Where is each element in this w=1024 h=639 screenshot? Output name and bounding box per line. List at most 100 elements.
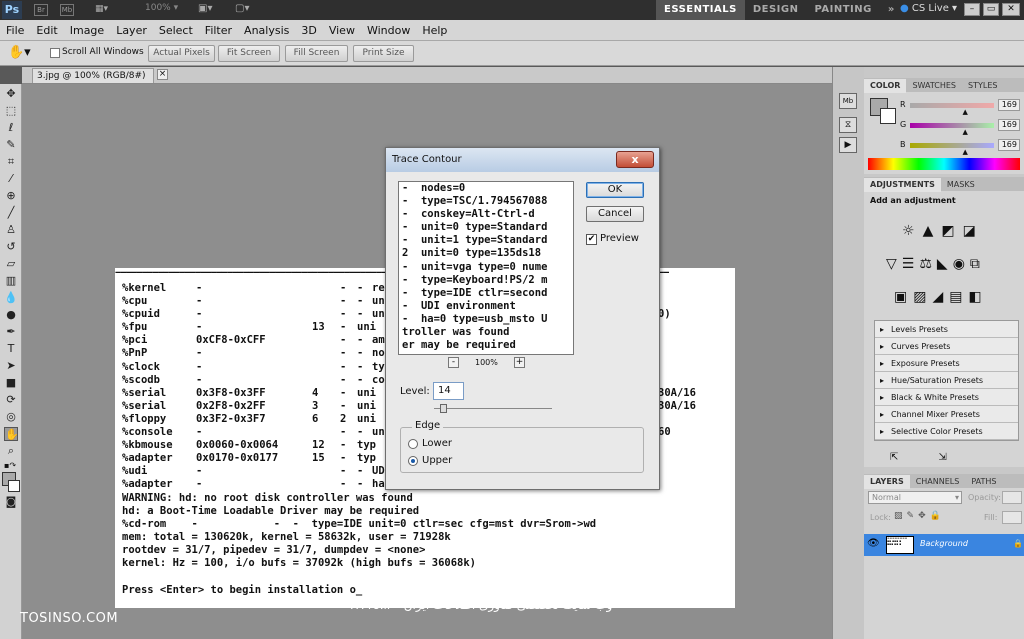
lasso-tool-icon[interactable]: ℓ — [4, 121, 18, 135]
preset-item[interactable]: Selective Color Presets — [875, 423, 1018, 440]
tab-swatches[interactable]: SWATCHES — [906, 79, 962, 93]
return-to-list-icon[interactable]: ⇱ — [890, 452, 938, 463]
minimize-button[interactable]: – — [964, 3, 980, 16]
channel-mixer-icon[interactable]: ⧉ — [970, 256, 985, 272]
threshold-icon[interactable]: ◢ — [932, 289, 949, 305]
cs-live-menu[interactable]: ● CS Live ▾ — [900, 3, 957, 14]
cancel-button[interactable]: Cancel — [586, 206, 644, 222]
document-tab[interactable]: 3.jpg @ 100% (RGB/8#) × — [32, 68, 168, 83]
blend-mode-select[interactable]: Normal ▾ — [868, 491, 962, 504]
preset-item[interactable]: Channel Mixer Presets — [875, 406, 1018, 423]
close-window-button[interactable]: ✕ — [1002, 3, 1020, 16]
fit-screen-button[interactable]: Fit Screen — [218, 45, 280, 62]
swap-colors-icon[interactable]: ▪↷ — [4, 461, 21, 470]
history-panel-icon[interactable]: ⧖ — [839, 117, 857, 133]
opacity-field[interactable] — [1002, 491, 1022, 504]
lock-all-icon[interactable]: 🔒 — [930, 511, 945, 521]
history-brush-tool-icon[interactable]: ↺ — [4, 240, 18, 254]
menu-select[interactable]: Select — [153, 20, 199, 41]
zoom-out-button[interactable]: - — [448, 357, 459, 368]
upper-radio[interactable] — [408, 456, 418, 466]
menu-3d[interactable]: 3D — [295, 20, 322, 41]
mini-bridge-icon[interactable]: Mb — [60, 4, 74, 16]
menu-image[interactable]: Image — [64, 20, 110, 41]
preset-item[interactable]: Black & White Presets — [875, 389, 1018, 406]
color-balance-icon[interactable]: ⚖ — [919, 256, 937, 272]
lock-position-icon[interactable]: ✥ — [918, 511, 930, 521]
tab-masks[interactable]: MASKS — [941, 178, 981, 192]
move-tool-icon[interactable]: ✥ — [4, 87, 18, 101]
lock-transparency-icon[interactable]: ▧ — [894, 511, 907, 521]
bridge-icon[interactable]: Br — [34, 4, 48, 16]
layer-row[interactable]: 👁 ≡≡≡≡≡≡≡≡ ▪▪ ▪▪▪ ▪ ▪▪▪ ▪▪ ▪ Background 🔒 — [864, 534, 1024, 556]
levels-icon[interactable]: ▲ — [923, 223, 942, 239]
dodge-tool-icon[interactable]: ● — [4, 308, 18, 322]
workspace-essentials[interactable]: ESSENTIALS — [656, 0, 745, 20]
channel-slider[interactable] — [910, 103, 994, 108]
zoom-tool-icon[interactable]: ⌕ — [4, 444, 18, 458]
actual-pixels-button[interactable]: Actual Pixels — [148, 45, 215, 62]
actions-panel-icon[interactable]: ▶ — [839, 137, 857, 153]
dialog-close-button[interactable]: x — [616, 151, 654, 168]
menu-edit[interactable]: Edit — [30, 20, 63, 41]
maximize-button[interactable]: ▭ — [983, 3, 999, 16]
eyedropper-tool-icon[interactable]: ⁄ — [4, 172, 18, 186]
zoom-in-button[interactable]: + — [514, 357, 525, 368]
level-input[interactable]: 14 — [433, 382, 464, 400]
hand-tool-preset-icon[interactable]: ✋▾ — [8, 45, 31, 60]
background-color-swatch[interactable] — [8, 480, 20, 492]
print-size-button[interactable]: Print Size — [353, 45, 414, 62]
invert-icon[interactable]: ▣ — [894, 289, 913, 305]
lower-radio[interactable] — [408, 439, 418, 449]
3d-rotate-tool-icon[interactable]: ⟳ — [4, 393, 18, 407]
fill-screen-button[interactable]: Fill Screen — [285, 45, 348, 62]
channel-slider[interactable] — [910, 143, 994, 148]
workspace-painting[interactable]: PAINTING — [806, 0, 879, 20]
clone-stamp-tool-icon[interactable]: ♙ — [4, 223, 18, 237]
3d-orbit-tool-icon[interactable]: ◎ — [4, 410, 18, 424]
arrange-documents-icon[interactable]: ▣▾ — [198, 3, 212, 14]
channel-value[interactable]: 169 — [998, 119, 1020, 131]
gradient-tool-icon[interactable]: ▥ — [4, 274, 18, 288]
marquee-tool-icon[interactable]: ⬚ — [4, 104, 18, 118]
posterize-icon[interactable]: ▨ — [913, 289, 932, 305]
level-slider-thumb[interactable] — [439, 404, 447, 413]
channel-slider-thumb[interactable]: ▲ — [962, 148, 967, 156]
channel-slider-thumb[interactable]: ▲ — [962, 108, 967, 116]
exposure-icon[interactable]: ◪ — [963, 223, 984, 239]
hue-saturation-icon[interactable]: ☰ — [902, 256, 920, 272]
preset-item[interactable]: Levels Presets — [875, 321, 1018, 338]
gradient-map-icon[interactable]: ▤ — [949, 289, 968, 305]
brightness-contrast-icon[interactable]: ☼ — [902, 223, 923, 239]
crop-tool-icon[interactable]: ⌗ — [4, 155, 18, 169]
tab-layers[interactable]: LAYERS — [864, 475, 910, 489]
menu-window[interactable]: Window — [361, 20, 416, 41]
hand-tool-icon[interactable]: ✋ — [4, 427, 19, 441]
menu-layer[interactable]: Layer — [110, 20, 153, 41]
preset-item[interactable]: Hue/Saturation Presets — [875, 372, 1018, 389]
menu-analysis[interactable]: Analysis — [238, 20, 295, 41]
ok-button[interactable]: OK — [586, 182, 644, 198]
expand-view-icon[interactable]: ⇲ — [938, 452, 986, 463]
menu-filter[interactable]: Filter — [199, 20, 238, 41]
menu-file[interactable]: File — [0, 20, 30, 41]
preview-checkbox[interactable]: ✔ — [586, 234, 597, 245]
path-selection-tool-icon[interactable]: ➤ — [4, 359, 18, 373]
preset-item[interactable]: Curves Presets — [875, 338, 1018, 355]
color-spectrum-bar[interactable] — [868, 158, 1020, 170]
mini-bridge-panel-icon[interactable]: Mb — [839, 93, 857, 109]
quick-selection-tool-icon[interactable]: ✎ — [4, 138, 18, 152]
channel-value[interactable]: 169 — [998, 99, 1020, 111]
blur-tool-icon[interactable]: 💧 — [4, 291, 18, 305]
layer-name[interactable]: Background — [920, 539, 968, 548]
rectangle-tool-icon[interactable]: ■ — [4, 376, 18, 390]
eraser-tool-icon[interactable]: ▱ — [4, 257, 18, 271]
vibrance-icon[interactable]: ▽ — [886, 256, 902, 272]
brush-tool-icon[interactable]: ╱ — [4, 206, 18, 220]
menu-view[interactable]: View — [323, 20, 361, 41]
screen-mode-icon[interactable]: ▢▾ — [235, 3, 249, 14]
document-tab-close-button[interactable]: × — [157, 69, 168, 80]
tab-paths[interactable]: PATHS — [965, 475, 1002, 489]
curves-icon[interactable]: ◩ — [941, 223, 962, 239]
tab-styles[interactable]: STYLES — [962, 79, 1003, 93]
